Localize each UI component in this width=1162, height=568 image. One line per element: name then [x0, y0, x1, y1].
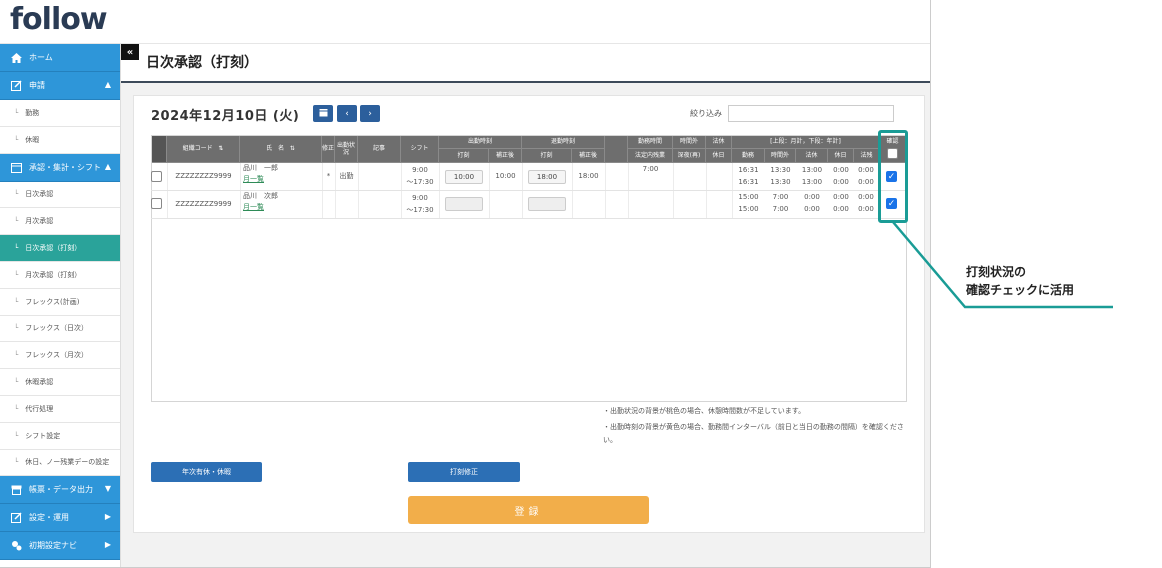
callout-line-1: 打刻状況の — [966, 265, 1027, 279]
callout-line-2: 確認チェックに活用 — [966, 283, 1075, 297]
callout-text: 打刻状況の 確認チェックに活用 — [966, 263, 1074, 299]
